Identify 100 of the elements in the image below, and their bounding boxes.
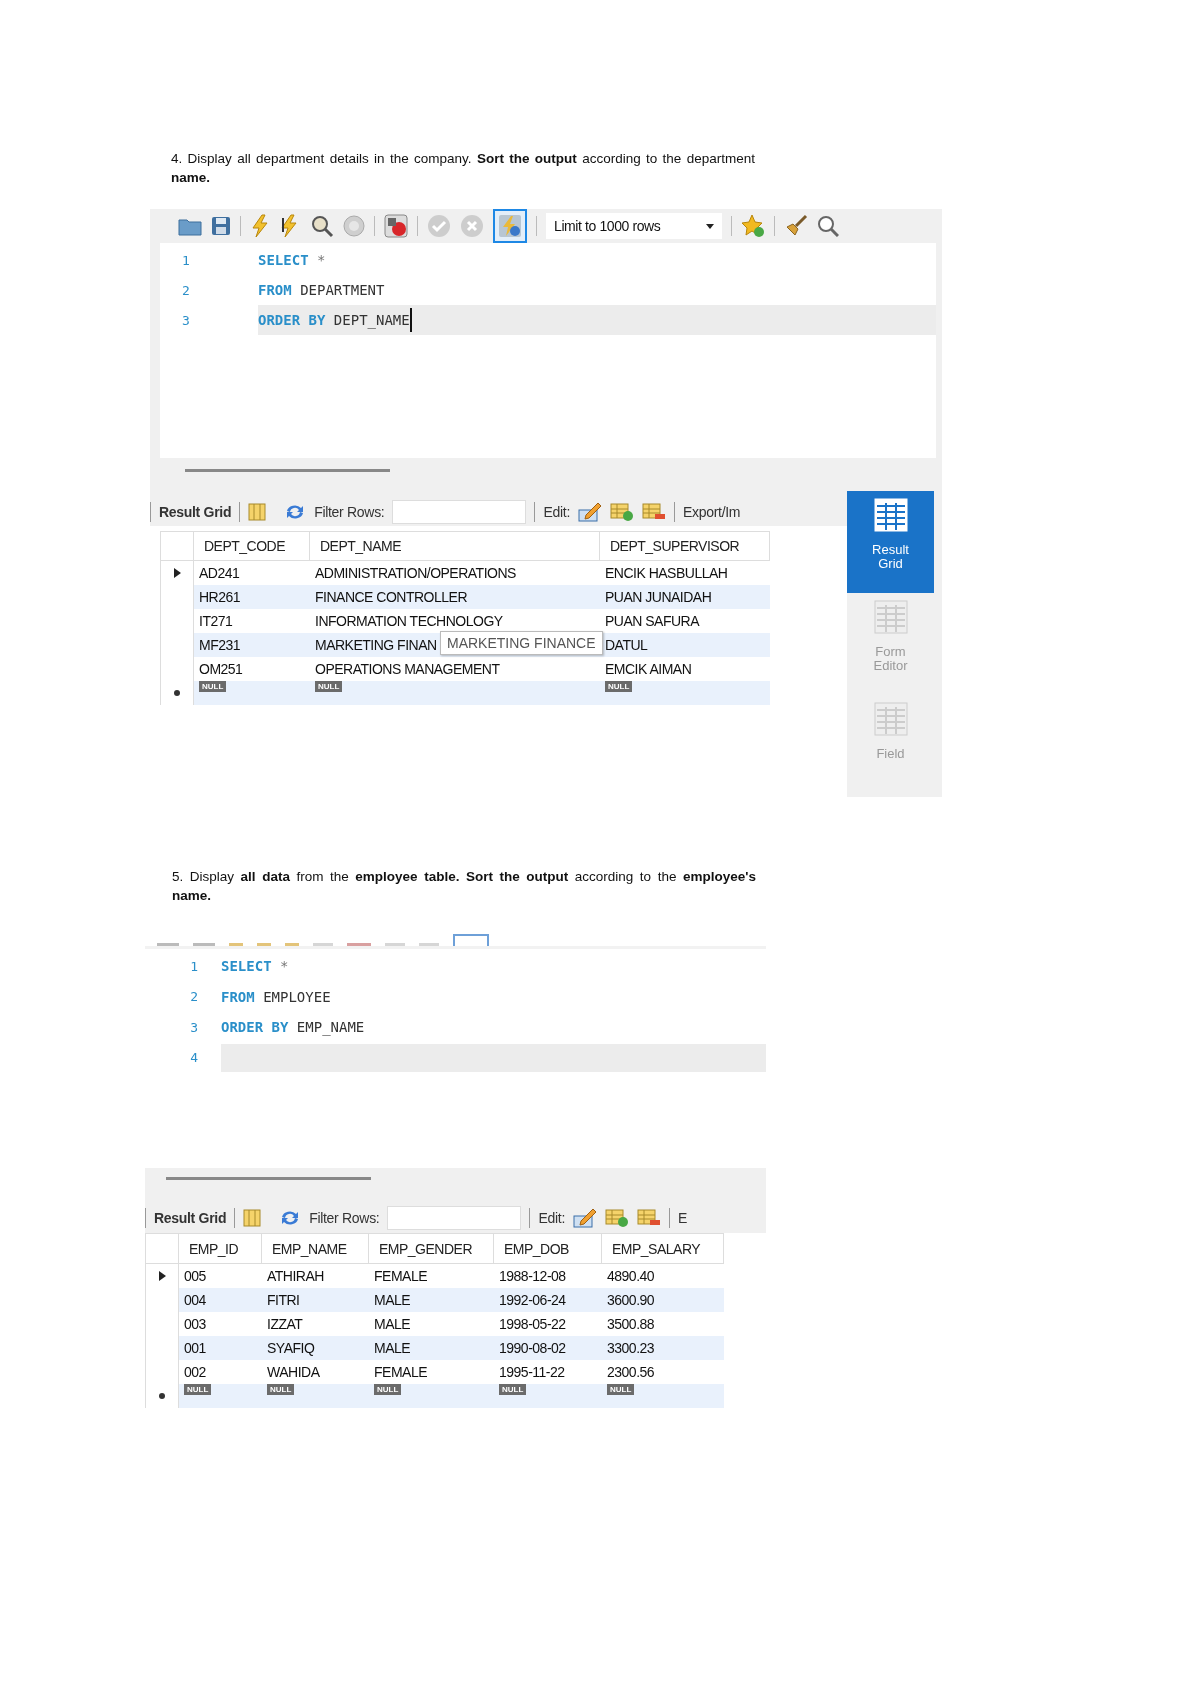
- table-cell: INFORMATION TECHNOLOGY: [315, 613, 503, 629]
- table-cell: PUAN SAFURA: [605, 613, 700, 629]
- delete-row-icon[interactable]: [641, 502, 666, 522]
- add-row-icon[interactable]: [609, 502, 634, 522]
- edit-label: Edit:: [543, 504, 570, 520]
- table-cell: 4890.40: [607, 1268, 655, 1284]
- table-cell: EMCIK AIMAN: [605, 661, 692, 677]
- table-cell: MALE: [374, 1316, 411, 1332]
- filter-label: Filter Rows:: [314, 504, 385, 520]
- null-badge: NULL: [315, 681, 343, 692]
- save-icon[interactable]: [211, 216, 231, 236]
- column-header[interactable]: EMP_NAME: [262, 1234, 369, 1263]
- edit-label: Edit:: [538, 1210, 565, 1226]
- lightning-icon[interactable]: [250, 214, 270, 238]
- table-cell: 1995-11-22: [499, 1364, 565, 1380]
- table-cell: 1998-05-22: [499, 1316, 566, 1332]
- limit-dropdown[interactable]: Limit to 1000 rows: [546, 213, 722, 239]
- filter-field[interactable]: [387, 1206, 522, 1230]
- column-header[interactable]: EMP_SALARY: [602, 1234, 724, 1263]
- filter-field[interactable]: [392, 500, 527, 524]
- table-cell: OPERATIONS MANAGEMENT: [315, 661, 500, 677]
- column-header[interactable]: EMP_ID: [179, 1234, 262, 1263]
- null-badge: NULL: [184, 1384, 212, 1395]
- line-number: 1: [189, 958, 199, 974]
- table-cell: ADMINISTRATION/OPERATIONS: [315, 565, 516, 581]
- table-cell: FITRI: [267, 1292, 300, 1308]
- result-grid-tab[interactable]: Result Grid: [159, 504, 232, 520]
- column-header[interactable]: DEPT_NAME: [310, 532, 600, 560]
- table-cell: MF231: [199, 637, 241, 653]
- new-row-icon: [174, 690, 180, 696]
- column-header[interactable]: DEPT_CODE: [194, 532, 310, 560]
- caret-icon[interactable]: [706, 223, 714, 229]
- code-line: SELECT *: [221, 957, 290, 977]
- code-line: ORDER BY EMP_NAME: [221, 1018, 366, 1038]
- cancel-icon[interactable]: [460, 214, 484, 238]
- table-cell: FINANCE CONTROLLER: [315, 589, 468, 605]
- magnifier-icon[interactable]: [310, 214, 334, 238]
- delete-row-icon[interactable]: [636, 1208, 661, 1228]
- tooltip: MARKETING FINANCE: [440, 631, 603, 655]
- table-cell: 1992-06-24: [499, 1292, 566, 1308]
- toggle-icon[interactable]: [384, 214, 408, 238]
- table-cell: MALE: [374, 1340, 411, 1356]
- table-cell: IT271: [199, 613, 233, 629]
- pencil-icon[interactable]: [577, 502, 602, 522]
- check-icon[interactable]: [427, 214, 451, 238]
- table-cell: PUAN JUNAIDAH: [605, 589, 712, 605]
- table-cell: 005: [184, 1268, 206, 1284]
- code-line: FROM EMPLOYEE: [221, 987, 332, 1007]
- current-row-icon: [158, 1271, 166, 1281]
- table-cell: SYAFIQ: [267, 1340, 315, 1356]
- result-grid-tab[interactable]: Result Grid: [154, 1210, 227, 1226]
- sql-editor[interactable]: 1 SELECT * 2 FROM DEPARTMENT 3 ORDER BY DEPT_NAME: [160, 243, 936, 458]
- table-cell: AD241: [199, 565, 240, 581]
- stop-icon[interactable]: [343, 215, 365, 237]
- table-cell: 004: [184, 1292, 206, 1308]
- null-badge: NULL: [199, 681, 227, 692]
- null-badge: NULL: [607, 1384, 635, 1395]
- table-cell: MALE: [374, 1292, 411, 1308]
- null-badge: NULL: [499, 1384, 527, 1395]
- line-number: 4: [189, 1050, 199, 1066]
- table-cell: MARKETING FINAN: [315, 637, 437, 653]
- folder-icon[interactable]: [178, 216, 202, 236]
- side-panel-item[interactable]: Result Grid: [847, 491, 934, 593]
- table-cell: 1990-08-02: [499, 1340, 566, 1356]
- filter-label: Filter Rows:: [309, 1210, 380, 1226]
- column-header[interactable]: DEPT_SUPERVISOR: [600, 532, 770, 560]
- export-label[interactable]: Export/Im: [682, 504, 741, 520]
- table-cell: ATHIRAH: [267, 1268, 324, 1284]
- column-header[interactable]: EMP_GENDER: [369, 1234, 494, 1263]
- scrollbar[interactable]: [166, 1177, 371, 1180]
- null-badge: NULL: [605, 681, 633, 692]
- autocommit-toggle[interactable]: [493, 209, 527, 243]
- code-line: FROM DEPARTMENT: [258, 281, 386, 300]
- columns-icon[interactable]: [248, 503, 267, 521]
- row-header[interactable]: [145, 1264, 179, 1288]
- brush-icon[interactable]: [784, 214, 808, 238]
- table-cell: 3500.88: [607, 1316, 655, 1332]
- star-icon[interactable]: [741, 214, 765, 238]
- question-text: 4. Display all department details in the company. Sort the output according to the department name.: [170, 150, 755, 187]
- export-label[interactable]: E: [677, 1210, 687, 1226]
- table-cell: ENCIK HASBULLAH: [605, 565, 728, 581]
- line-number: 3: [189, 1019, 199, 1035]
- pencil-icon[interactable]: [572, 1208, 597, 1228]
- add-row-icon[interactable]: [604, 1208, 629, 1228]
- table-cell: 3300.23: [607, 1340, 655, 1356]
- scrollbar[interactable]: [185, 469, 390, 472]
- row-header[interactable]: [160, 561, 194, 585]
- grid-icon: [872, 701, 909, 737]
- table-cell: IZZAT: [267, 1316, 303, 1332]
- table-cell: 1988-12-08: [499, 1268, 566, 1284]
- table-cell: 3600.90: [607, 1292, 655, 1308]
- search-icon[interactable]: [817, 215, 839, 237]
- columns-icon[interactable]: [243, 1209, 262, 1227]
- code-line: SELECT *: [258, 251, 327, 270]
- null-badge: NULL: [374, 1384, 402, 1395]
- line-number: 3: [181, 312, 191, 328]
- grid-icon: [872, 599, 909, 635]
- column-header[interactable]: EMP_DOB: [494, 1234, 602, 1263]
- table-cell: WAHIDA: [267, 1364, 320, 1380]
- table-cell: FEMALE: [374, 1364, 427, 1380]
